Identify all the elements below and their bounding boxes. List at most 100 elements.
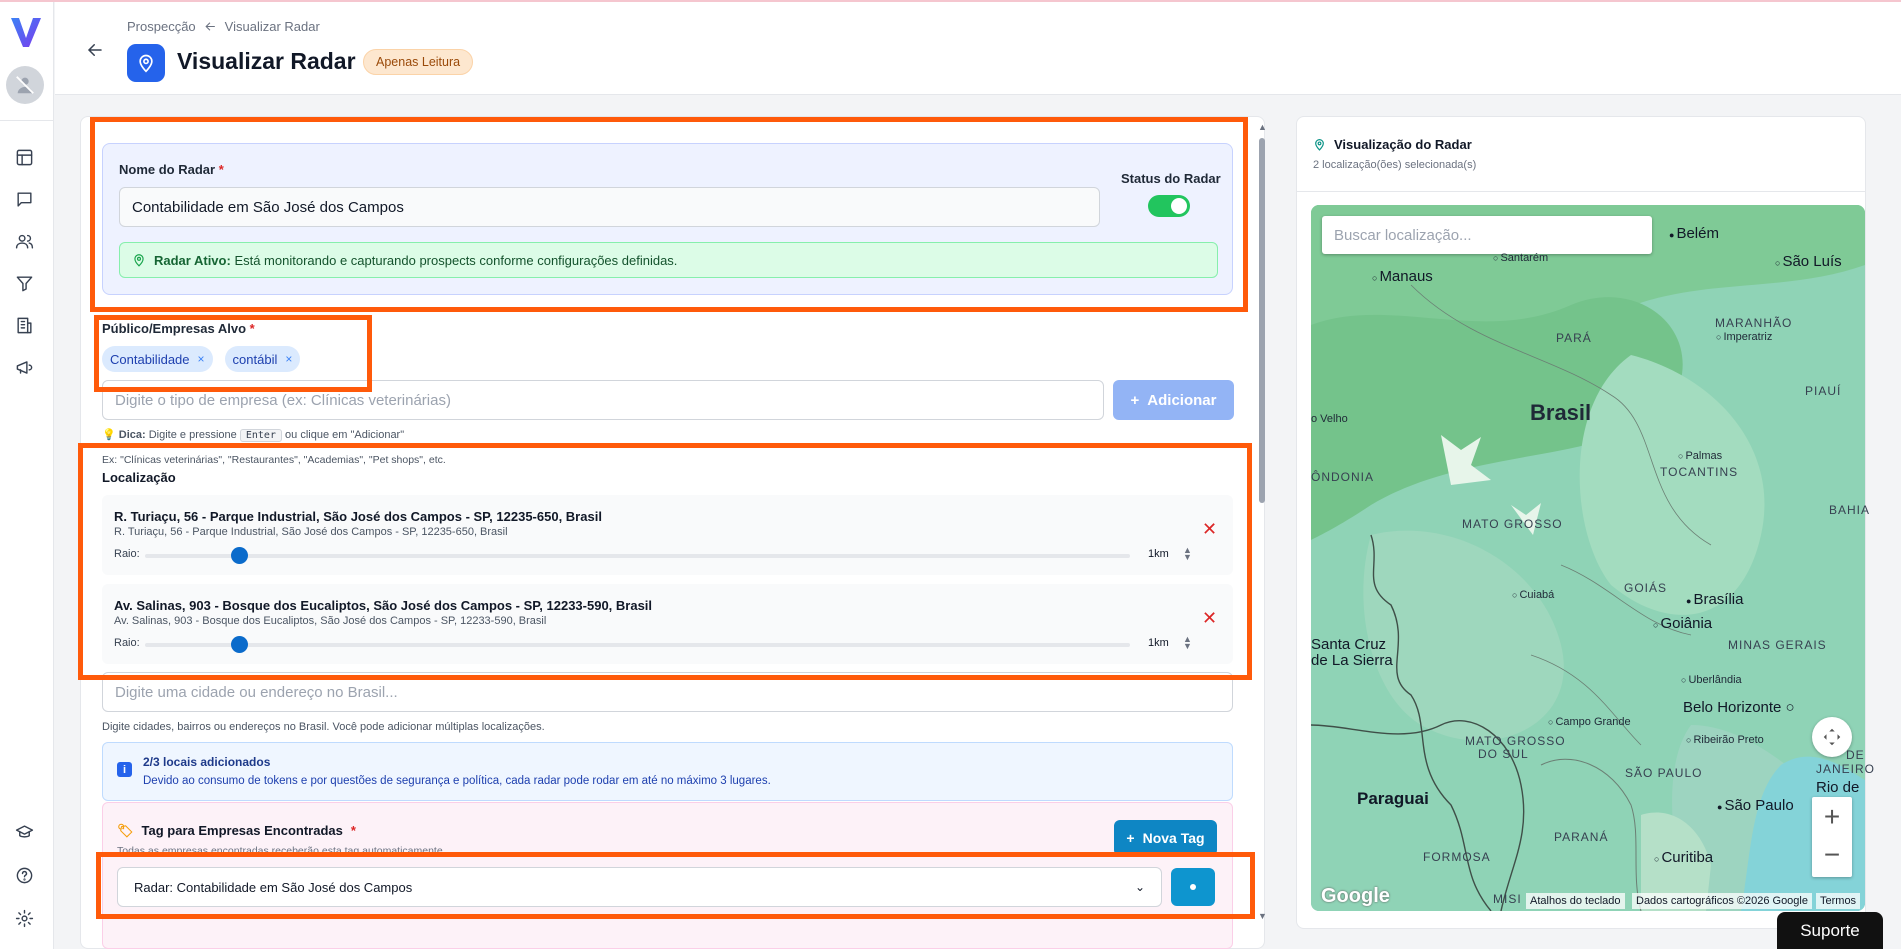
radius-stepper[interactable]: ▲ ▼	[1183, 635, 1192, 651]
radius-slider-track[interactable]	[145, 643, 1130, 647]
nav-chat-icon[interactable]	[13, 188, 35, 210]
location-help: Digite cidades, bairros ou endereços no …	[102, 721, 545, 733]
map-title: Visualização do Radar	[1313, 137, 1476, 152]
tag-select[interactable]: Radar: Contabilidade em São José dos Cam…	[117, 867, 1162, 907]
radar-name-card: Nome do Radar * Contabilidade em São Jos…	[102, 143, 1233, 295]
support-button[interactable]: Suporte	[1777, 912, 1883, 949]
map-label-imperatriz: Imperatriz	[1716, 331, 1772, 343]
location-subtitle: R. Turiaçu, 56 - Parque Industrial, São …	[114, 526, 508, 538]
radius-value: 1km	[1148, 548, 1169, 560]
location-item: R. Turiaçu, 56 - Parque Industrial, São …	[102, 495, 1233, 575]
map-search-input[interactable]: Buscar localização...	[1322, 216, 1652, 254]
alert-text: Está monitorando e capturando prospects …	[234, 252, 678, 268]
scroll-up-arrow-icon[interactable]: ▲	[1258, 122, 1267, 132]
remove-location-icon[interactable]: ✕	[1202, 519, 1217, 540]
user-avatar-icon	[16, 76, 34, 94]
map-label-sao-paulo-state: SÃO PAULO	[1625, 766, 1703, 780]
audience-tag: contábil ×	[224, 346, 301, 372]
chevron-down-icon: ⌄	[1134, 880, 1145, 894]
alert-strong-text: Radar Ativo:	[154, 252, 231, 268]
map-pan-control[interactable]	[1812, 717, 1852, 757]
map-label-brasilia: Brasília	[1686, 591, 1743, 608]
zoom-out-button[interactable]: −	[1824, 837, 1840, 877]
map-label-rj-line1: DE	[1846, 748, 1865, 762]
map-label-ms-line2: DO SUL	[1478, 747, 1529, 761]
map-label-sao-luis: São Luís	[1775, 253, 1841, 270]
breadcrumb-parent-link[interactable]: Prospecção	[127, 19, 196, 34]
radar-status-toggle[interactable]	[1148, 195, 1190, 217]
nav-help-icon[interactable]	[13, 864, 35, 886]
back-button[interactable]	[83, 38, 107, 62]
map-label-ribeirao-preto: Ribeirão Preto	[1686, 734, 1763, 746]
radius-slider-thumb[interactable]	[230, 547, 248, 564]
map-label-belem: Belém	[1669, 225, 1719, 242]
nav-dashboard-icon[interactable]	[13, 146, 35, 168]
map-label-piaui: PIAUÍ	[1805, 384, 1842, 398]
map-label-misiones: MISI	[1493, 892, 1522, 906]
scroll-down-arrow-icon[interactable]: ▼	[1258, 911, 1267, 921]
plus-icon: +	[1130, 391, 1140, 409]
map-data-attribution: Dados cartográficos ©2026 Google	[1632, 893, 1812, 909]
lightbulb-icon: 💡	[102, 429, 116, 441]
location-title: Av. Salinas, 903 - Bosque dos Eucaliptos…	[114, 598, 653, 613]
info-title: 2/3 locais adicionados	[143, 755, 271, 769]
nav-users-icon[interactable]	[13, 230, 35, 252]
map-label-maranhao: MARANHÃO	[1715, 316, 1793, 330]
arrow-left-icon	[87, 44, 102, 56]
pan-arrows-icon	[1823, 728, 1841, 746]
remove-tag-icon[interactable]: ×	[198, 352, 205, 366]
radar-name-input[interactable]: Contabilidade em São José dos Campos	[119, 187, 1100, 227]
nav-graduation-cap-icon[interactable]	[13, 821, 35, 843]
audience-tag: Contabilidade ×	[102, 346, 213, 372]
map-label-la-sierra: de La Sierra	[1311, 652, 1393, 669]
arrow-left-small-icon	[205, 22, 215, 31]
radius-label: Raio:	[114, 637, 140, 649]
nav-building-icon[interactable]	[13, 314, 35, 336]
nav-funnel-icon[interactable]	[13, 272, 35, 294]
map-terms-link[interactable]: Termos	[1816, 893, 1861, 909]
enter-key-hint: Enter	[239, 429, 282, 442]
map-label-formosa: FORMOSA	[1423, 850, 1491, 864]
nav-settings-gear-icon[interactable]	[13, 907, 35, 929]
tag-label: 🏷 Tag para Empresas Encontradas *	[117, 823, 356, 838]
audience-examples: Ex: "Clínicas veterinárias", "Restaurant…	[102, 454, 446, 466]
scrollbar-thumb[interactable]	[1259, 138, 1265, 503]
map-label-rondonia: ÔNDONIA	[1311, 470, 1375, 484]
map-label-belo-horizonte: Belo Horizonte ○	[1683, 699, 1795, 716]
map-label-cuiaba: Cuiabá	[1512, 589, 1554, 601]
map-label-campo-grande: Campo Grande	[1548, 716, 1630, 728]
radius-slider-track[interactable]	[145, 554, 1130, 558]
radar-status-label: Status do Radar	[1121, 171, 1221, 186]
add-audience-button[interactable]: + Adicionar	[1113, 380, 1234, 420]
location-search-input[interactable]: Digite uma cidade ou endereço no Brasil.…	[102, 672, 1233, 712]
audience-label: Público/Empresas Alvo *	[102, 321, 255, 336]
map-label-minas-gerais: MINAS GERAIS	[1728, 638, 1827, 652]
map-label-porto-velho: o Velho	[1311, 413, 1348, 425]
location-subtitle: Av. Salinas, 903 - Bosque dos Eucaliptos…	[114, 615, 547, 627]
map-label-goiania: Goiânia	[1653, 615, 1712, 632]
sidebar-divider	[0, 120, 54, 121]
info-icon: i	[117, 762, 132, 777]
audience-type-input[interactable]: Digite o tipo de empresa (ex: Clínicas v…	[102, 380, 1104, 420]
zoom-in-button[interactable]: +	[1824, 797, 1840, 837]
map-pin-icon	[1315, 139, 1324, 151]
map-label-parana: PARANÁ	[1554, 830, 1609, 844]
brand-logo-icon[interactable]	[8, 14, 44, 50]
avatar[interactable]	[6, 66, 44, 104]
new-tag-button[interactable]: + Nova Tag	[1114, 820, 1217, 856]
audience-tag-list: Contabilidade × contábil ×	[102, 346, 301, 372]
radar-name-label: Nome do Radar *	[119, 162, 224, 177]
map-keyboard-shortcuts-link[interactable]: Atalhos do teclado	[1526, 893, 1625, 909]
map-label-rio: Rio de	[1816, 779, 1860, 796]
map-pin-icon	[134, 254, 144, 267]
page-header: Prospecção Visualizar Radar Visualizar R…	[55, 2, 1901, 95]
radius-slider-thumb[interactable]	[230, 636, 248, 653]
nav-megaphone-icon[interactable]	[13, 356, 35, 378]
radius-stepper[interactable]: ▲ ▼	[1183, 546, 1192, 562]
page-title: Visualizar Radar	[177, 48, 356, 74]
remove-location-icon[interactable]: ✕	[1202, 608, 1217, 629]
remove-tag-icon[interactable]: ×	[285, 352, 292, 366]
tag-icon: 🏷	[117, 823, 134, 838]
radar-active-alert: Radar Ativo: Está monitorando e capturan…	[119, 242, 1218, 278]
tag-color-button[interactable]	[1171, 868, 1215, 906]
